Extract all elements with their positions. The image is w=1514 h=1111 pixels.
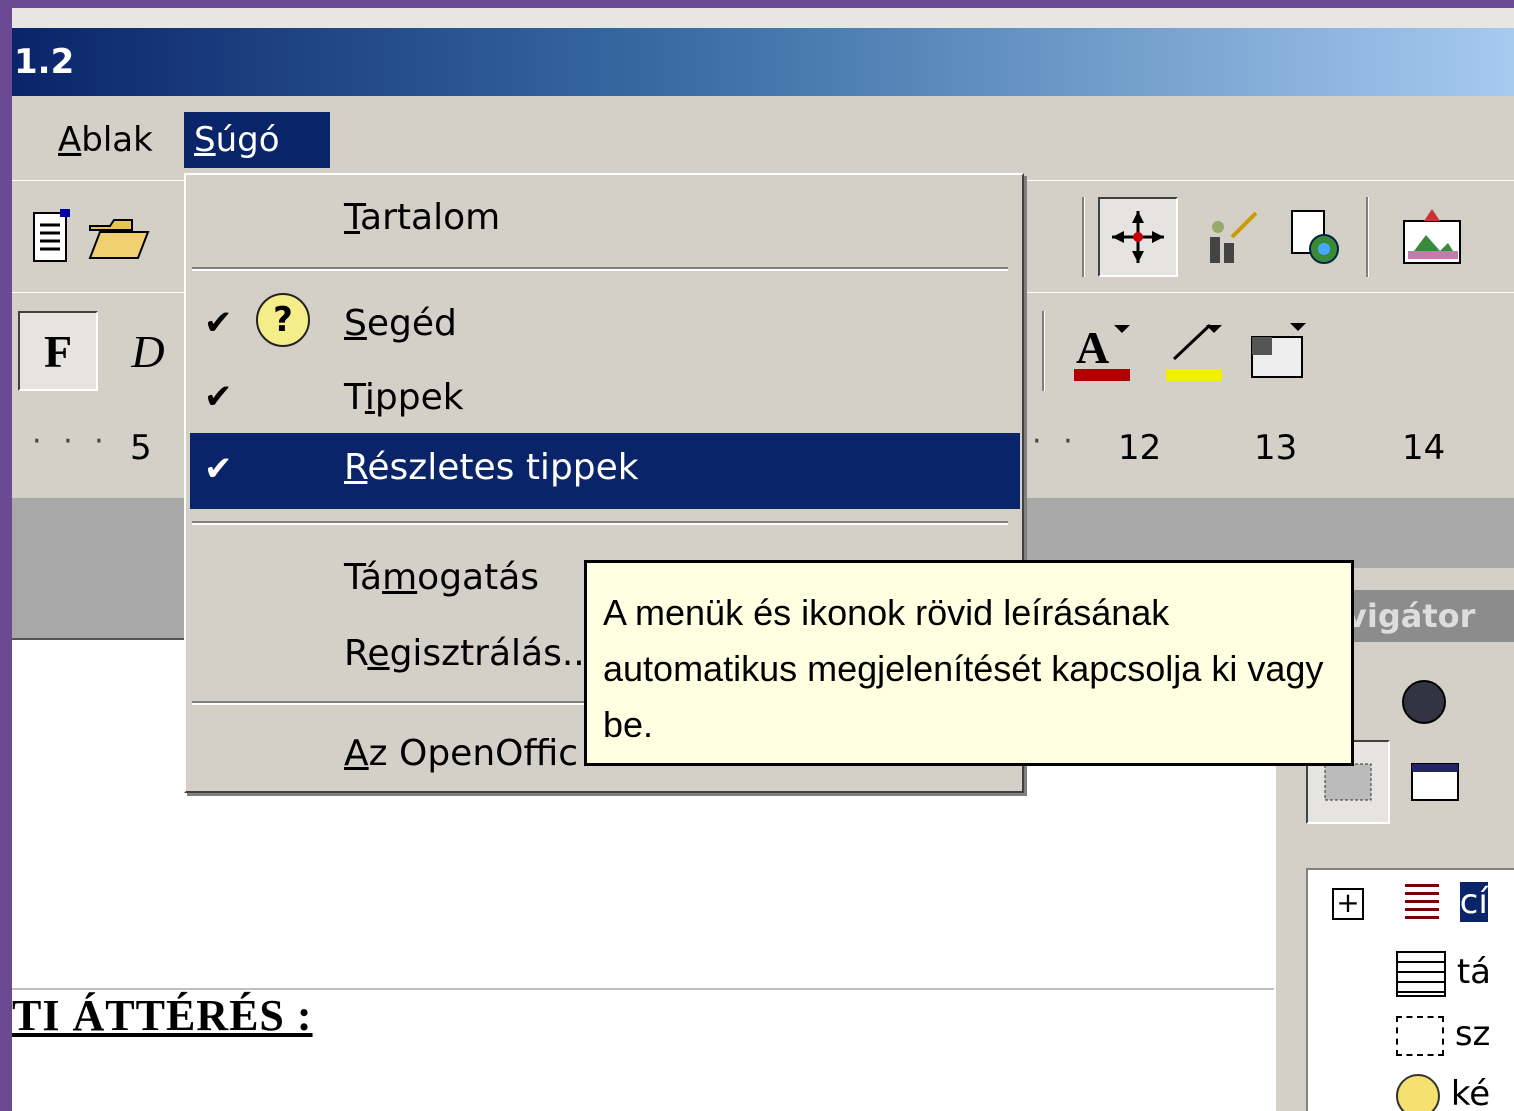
window-title: 1.2	[14, 42, 75, 82]
toolbar-separator	[1082, 197, 1085, 277]
tree-item-tables[interactable]: tá	[1396, 944, 1491, 1000]
ruler-label: 14	[1402, 428, 1446, 468]
bold-button[interactable]: F	[18, 311, 98, 391]
menu-sugo-label: úgó	[215, 120, 280, 160]
ruler-ticks: · ·	[1032, 424, 1079, 459]
check-icon: ✔	[204, 303, 233, 343]
navigator-toggle-icon[interactable]	[1098, 197, 1178, 277]
check-icon: ✔	[204, 449, 233, 489]
graphics-icon	[1396, 1073, 1440, 1111]
menu-item-label: Tippek	[344, 377, 464, 418]
ruler-label: 12	[1118, 428, 1162, 468]
table-icon	[1396, 950, 1446, 997]
menu-item-tips[interactable]: ✔ Tippek	[190, 365, 1020, 435]
datasource-icon[interactable]	[1274, 197, 1354, 277]
headings-icon	[1404, 883, 1439, 924]
menu-item-label: Tartalom	[344, 197, 501, 238]
gallery-icon[interactable]	[1192, 197, 1272, 277]
toolbar-separator	[1366, 197, 1369, 277]
tree-item-headings[interactable]: + cí	[1332, 874, 1488, 930]
tree-item-label: tá	[1456, 952, 1491, 992]
menu-item-label-rest: artalom	[360, 197, 501, 238]
menu-item-help-agent[interactable]: ✔ ? Segéd	[190, 291, 1020, 361]
tree-item-label: sz	[1454, 1014, 1491, 1054]
expand-icon[interactable]: +	[1332, 887, 1364, 920]
svg-text:A: A	[1076, 322, 1109, 373]
menu-item-label: Segéd	[344, 303, 457, 344]
ruler-ticks: · · ·	[32, 424, 110, 459]
menu-ablak[interactable]: Ablak	[48, 112, 163, 168]
check-icon: ✔	[204, 377, 233, 417]
menu-item-contents[interactable]: Tartalom	[190, 185, 1020, 255]
italic-button[interactable]: D	[108, 311, 188, 391]
extended-tip-tooltip: A menük és ikonok rövid leírásának autom…	[584, 560, 1354, 766]
tree-item-frames[interactable]: sz	[1396, 1006, 1490, 1062]
open-folder-icon[interactable]	[80, 197, 160, 277]
menu-ablak-label: blak	[81, 120, 153, 160]
play-icon[interactable]	[1402, 680, 1446, 724]
insert-picture-icon[interactable]	[1392, 197, 1472, 277]
menu-sugo[interactable]: Súgó	[184, 112, 330, 168]
menu-separator	[192, 267, 1008, 271]
menu-item-label: Részletes tippek	[344, 447, 639, 488]
menu-separator	[192, 521, 1008, 525]
highlighting-icon[interactable]	[1154, 311, 1234, 391]
tree-item-label: ké	[1450, 1074, 1491, 1111]
tree-item-graphics[interactable]: ké	[1396, 1066, 1490, 1111]
navigator-tree: + cí tá sz ké	[1306, 868, 1514, 1111]
tree-item-label: cí	[1459, 882, 1488, 922]
dragmode-icon[interactable]	[1404, 740, 1466, 824]
background-color-icon[interactable]	[1238, 311, 1318, 391]
frame-icon	[1396, 1015, 1444, 1056]
title-bar[interactable]: 1.2	[12, 28, 1514, 96]
menu-item-label: Regisztrálás...	[344, 633, 597, 674]
document-heading: TI ÁTTÉRÉS :	[12, 991, 313, 1040]
menu-item-extended-tips[interactable]: ✔ Részletes tippek	[190, 433, 1020, 509]
question-icon: ?	[256, 293, 310, 347]
font-color-icon[interactable]: A	[1062, 311, 1142, 391]
toolbar-separator	[1042, 311, 1045, 391]
ruler-label: 13	[1254, 428, 1298, 468]
ruler-label: 5	[130, 428, 152, 468]
menu-item-label: Az OpenOffic	[344, 733, 579, 774]
menu-item-label: Támogatás	[344, 557, 540, 598]
window-top-strip	[12, 8, 1514, 30]
application-window: 1.2 Ablak Súgó F D A · · · 5 · · 12 13 1…	[12, 8, 1514, 1111]
menu-bar: Ablak Súgó	[12, 96, 1514, 180]
